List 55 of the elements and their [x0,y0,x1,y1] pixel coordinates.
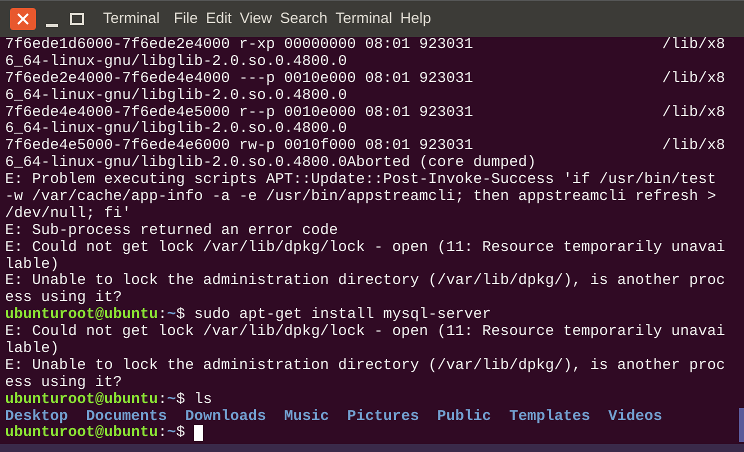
output-line: ess using it? [5,374,122,392]
prompt-user: ubunturoot@ubuntu [5,392,158,409]
output-line: lable) [5,256,60,273]
output-line: 6_64-linux-gnu/libglib-2.0.so.0.4800.0 [5,54,348,71]
output-line: E: Unable to lock the administration directory (/var/lib/dpkg/), is another proc [5,273,726,290]
close-button[interactable] [10,8,36,30]
app-title: Terminal [103,8,160,29]
directory-name: Public [437,408,492,426]
maximize-button[interactable] [68,10,86,28]
output-line: 6_64-linux-gnu/libglib-2.0.so.0.4800.0 [5,88,348,105]
output-line: 7f6ede2e4000-7f6ede4e4000 ---p 0010e000 08:01 923031 /lib/x8 [5,70,726,88]
output-line: E: Could not get lock /var/lib/dpkg/lock - open (11: Resource temporarily unavai [5,240,726,257]
prompt-separator: : [158,307,168,324]
prompt-symbol: $ [176,392,186,409]
menu-item[interactable]: Help [396,8,436,30]
output-line: 7f6ede4e5000-7f6ede4e6000 rw-p 0010f000 08:01 923031 /lib/x8 [5,138,726,155]
close-icon [17,13,29,25]
output-line: lable) [5,341,60,358]
directory-name: Desktop [5,408,68,425]
directory-name: Documents [86,408,168,425]
prompt-user: ubunturoot@ubuntu [5,307,158,324]
output-line: E: Could not get lock /var/lib/dpkg/lock - open (11: Resource temporarily unavai [5,324,726,341]
directory-name: Music [284,408,330,426]
output-line: E: Unable to lock the administration directory (/var/lib/dpkg/), is another proc [5,358,726,375]
prompt-user: ubunturoot@ubuntu [5,425,158,442]
maximize-icon [70,13,84,25]
menu-item[interactable]: View [236,8,276,30]
directory-name: Pictures [347,408,420,426]
prompt-separator: : [158,425,168,442]
output-line: 7f6ede4e4000-7f6ede4e5000 r--p 0010e000 08:01 923031 /lib/x8 [5,104,726,121]
directory-name: Videos [608,408,662,426]
prompt-path: ~ [167,392,176,409]
minimize-icon [46,24,58,27]
directory-name: Templates [509,408,590,426]
prompt-separator: : [158,392,168,409]
output-line: 6_64-linux-gnu/libglib-2.0.so.0.4800.0Aborted (core dumped) [5,155,536,172]
output-line: /dev/null; fi' [5,206,132,223]
scrollbar-thumb[interactable] [739,408,744,442]
prompt-path: ~ [167,307,176,324]
command-text: ls [194,392,212,409]
output-line: ess using it? [5,290,122,307]
output-line: 7f6ede1d6000-7f6ede2e4000 r-xp 00000000 08:01 923031 /lib/x8 [5,37,726,54]
directory-name: Downloads [185,408,266,426]
menu-item[interactable]: Terminal [332,8,396,30]
output-line: 6_64-linux-gnu/libglib-2.0.so.0.4800.0 [5,121,348,138]
output-line: -w /var/cache/app-info -a -e /usr/bin/appstreamcli; then appstreamcli refresh > [5,189,716,206]
command-text: sudo apt-get install mysql-server [194,307,492,324]
prompt-path: ~ [167,425,176,442]
prompt-symbol: $ [176,307,186,324]
menu-item[interactable]: File [170,8,202,30]
menu-item[interactable]: Edit [202,8,236,30]
menu-item[interactable]: Search [276,8,332,30]
prompt-symbol: $ [176,425,186,442]
output-line: E: Problem executing scripts APT::Update::Post-Invoke-Success 'if /usr/bin/test [5,172,716,189]
output-line: E: Sub-process returned an error code [5,222,338,240]
